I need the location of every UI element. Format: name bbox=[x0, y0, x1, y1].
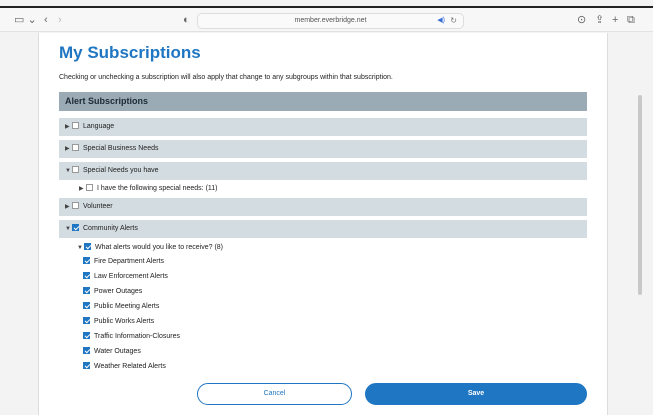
alert-label: Fire Department Alerts bbox=[94, 258, 165, 265]
alert-item[interactable]: Weather Related Alerts bbox=[83, 361, 166, 373]
alert-item[interactable]: Traffic Information-Closures bbox=[83, 331, 180, 343]
group-checkbox[interactable] bbox=[72, 166, 79, 173]
alert-checkbox[interactable] bbox=[83, 272, 90, 279]
speaker-icon[interactable]: ◀) bbox=[437, 14, 445, 28]
group-row[interactable]: ▶ Special Business Needs bbox=[59, 140, 587, 158]
group-label: Special Needs you have bbox=[83, 167, 159, 174]
subgroup-checkbox[interactable] bbox=[86, 184, 93, 191]
back-icon[interactable]: ‹ bbox=[44, 13, 48, 27]
alert-label: Public Meeting Alerts bbox=[94, 303, 160, 310]
reload-icon[interactable]: ↻ bbox=[450, 14, 457, 28]
group-label: Volunteer bbox=[83, 203, 113, 210]
alert-item[interactable]: Power Outages bbox=[83, 286, 142, 298]
alert-label: Weather Related Alerts bbox=[94, 363, 166, 370]
tabs-icon[interactable]: ⧉ bbox=[627, 13, 635, 27]
alert-label: Power Outages bbox=[94, 288, 143, 295]
caret-down-icon[interactable]: ▼ bbox=[65, 162, 72, 180]
alert-checkbox[interactable] bbox=[83, 317, 90, 324]
group-row[interactable]: ▼ Special Needs you have bbox=[59, 162, 587, 180]
browser-toolbar: ▭ ⌄ ‹ › ◐ member.everbridge.net ◀) ↻ ⊙ ⇪ +… bbox=[0, 6, 653, 32]
alert-checkbox[interactable] bbox=[83, 332, 90, 339]
page-description: Checking or unchecking a subscription wi… bbox=[59, 74, 393, 81]
alert-checkbox[interactable] bbox=[83, 347, 90, 354]
group-checkbox[interactable] bbox=[72, 122, 79, 129]
alert-label: Traffic Information-Closures bbox=[94, 333, 180, 340]
subgroup-label: I have the following special needs: (11) bbox=[97, 185, 218, 192]
alert-item[interactable]: Law Enforcement Alerts bbox=[83, 271, 168, 283]
caret-down-icon[interactable]: ▼ bbox=[77, 242, 84, 254]
alert-checkbox[interactable] bbox=[83, 287, 90, 294]
group-checkbox[interactable] bbox=[72, 224, 79, 231]
caret-right-icon[interactable]: ▶ bbox=[79, 183, 86, 195]
alert-item[interactable]: Water Outages bbox=[83, 346, 141, 358]
shield-icon[interactable]: ◐ bbox=[183, 13, 190, 27]
sidebar-icon[interactable]: ▭ ⌄ bbox=[14, 13, 37, 27]
group-row[interactable]: ▶ Language bbox=[59, 118, 587, 136]
address-bar[interactable]: member.everbridge.net ◀) ↻ bbox=[197, 13, 464, 29]
page-title: My Subscriptions bbox=[59, 43, 201, 62]
group-checkbox[interactable] bbox=[72, 144, 79, 151]
group-row[interactable]: ▼ Community Alerts bbox=[59, 220, 587, 238]
caret-down-icon[interactable]: ▼ bbox=[65, 220, 72, 238]
alert-label: Water Outages bbox=[94, 348, 141, 355]
group-label: Community Alerts bbox=[83, 225, 138, 232]
subgroup-row[interactable]: ▼ What alerts would you like to receive? … bbox=[77, 242, 223, 254]
group-row[interactable]: ▶ Volunteer bbox=[59, 198, 587, 216]
alert-checkbox[interactable] bbox=[83, 302, 90, 309]
forward-icon[interactable]: › bbox=[58, 13, 62, 27]
save-button[interactable]: Save bbox=[365, 383, 587, 405]
caret-right-icon[interactable]: ▶ bbox=[65, 140, 72, 158]
subscriptions-page: My Subscriptions Checking or unchecking … bbox=[38, 33, 608, 415]
url-text: member.everbridge.net bbox=[294, 17, 367, 24]
scrollbar[interactable] bbox=[638, 95, 642, 295]
new-tab-icon[interactable]: + bbox=[612, 13, 618, 27]
subgroup-checkbox[interactable] bbox=[84, 243, 91, 250]
group-label: Language bbox=[83, 123, 115, 130]
alert-checkbox[interactable] bbox=[83, 362, 90, 369]
caret-right-icon[interactable]: ▶ bbox=[65, 118, 72, 136]
group-label: Special Business Needs bbox=[83, 145, 159, 152]
alert-label: Law Enforcement Alerts bbox=[94, 273, 168, 280]
subgroup-row[interactable]: ▶ I have the following special needs: (11… bbox=[79, 183, 218, 195]
share-icon[interactable]: ⇪ bbox=[595, 13, 604, 27]
caret-right-icon[interactable]: ▶ bbox=[65, 198, 72, 216]
alert-item[interactable]: Public Works Alerts bbox=[83, 316, 154, 328]
subgroup-label: What alerts would you like to receive? (… bbox=[95, 244, 223, 251]
cancel-button[interactable]: Cancel bbox=[197, 383, 352, 405]
alert-item[interactable]: Fire Department Alerts bbox=[83, 256, 164, 268]
download-icon[interactable]: ⊙ bbox=[577, 13, 586, 27]
alert-item[interactable]: Public Meeting Alerts bbox=[83, 301, 159, 313]
alert-label: Public Works Alerts bbox=[94, 318, 155, 325]
group-checkbox[interactable] bbox=[72, 202, 79, 209]
alert-checkbox[interactable] bbox=[83, 257, 90, 264]
section-header: Alert Subscriptions bbox=[59, 92, 587, 111]
